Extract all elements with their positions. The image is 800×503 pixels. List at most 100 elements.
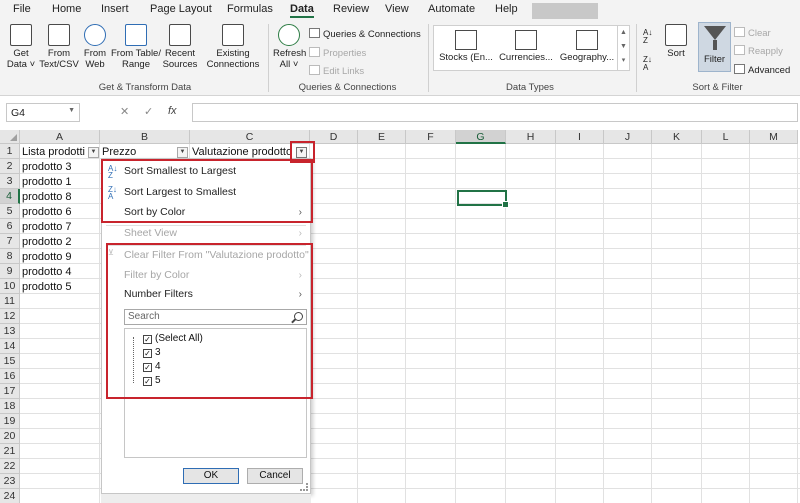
reapply-button[interactable]: Reapply [734, 45, 783, 57]
resize-grip-icon[interactable] [300, 483, 308, 491]
sort-desc-small-button[interactable]: Z↓ A [643, 56, 652, 72]
cancel-button[interactable]: Cancel [247, 468, 303, 484]
column-header-m[interactable]: M [750, 130, 798, 144]
tab-data[interactable]: Data [290, 3, 314, 18]
column-header-a[interactable]: A [20, 130, 100, 144]
sort-icon [665, 24, 687, 46]
row-header-5[interactable]: 5 [0, 204, 20, 219]
from-text-button[interactable]: From Text/CSV [38, 24, 80, 70]
column-header-j[interactable]: J [604, 130, 652, 144]
row-header-17[interactable]: 17 [0, 384, 20, 399]
formula-input[interactable] [192, 103, 798, 122]
get-data-button[interactable]: Get Data ˅ [6, 24, 36, 70]
filter-button[interactable]: Filter [698, 22, 731, 72]
selected-cell-g4[interactable] [457, 190, 509, 208]
column-header-i[interactable]: I [556, 130, 604, 144]
existing-connections-button[interactable]: Existing Connections [204, 24, 262, 70]
tab-view[interactable]: View [385, 3, 409, 15]
currencies-button[interactable]: Currencies... [498, 30, 554, 63]
row-header-23[interactable]: 23 [0, 474, 20, 489]
globe-icon [84, 24, 106, 46]
sort-button[interactable]: Sort [662, 24, 690, 59]
clear-button[interactable]: Clear [734, 27, 771, 39]
cell-a2[interactable]: prodotto 3 [20, 160, 100, 175]
refresh-icon [278, 24, 300, 46]
row-header-7[interactable]: 7 [0, 234, 20, 249]
column-header-f[interactable]: F [406, 130, 456, 144]
row-header-3[interactable]: 3 [0, 174, 20, 189]
row-header-9[interactable]: 9 [0, 264, 20, 279]
from-web-button[interactable]: From Web [82, 24, 108, 70]
database-icon [10, 24, 32, 46]
row-header-21[interactable]: 21 [0, 444, 20, 459]
cell-a6[interactable]: prodotto 7 [20, 220, 100, 235]
document-icon [48, 24, 70, 46]
geography-button[interactable]: Geography... [558, 30, 616, 63]
tab-page-layout[interactable]: Page Layout [150, 3, 212, 15]
edit-links-icon [309, 65, 320, 75]
advanced-button[interactable]: Advanced [734, 64, 790, 76]
row-header-2[interactable]: 2 [0, 159, 20, 174]
tab-file[interactable]: File [13, 3, 31, 15]
row-header-4[interactable]: 4 [0, 189, 20, 204]
row-header-10[interactable]: 10 [0, 279, 20, 294]
row-header-13[interactable]: 13 [0, 324, 20, 339]
cell-a5[interactable]: prodotto 6 [20, 205, 100, 220]
row-header-15[interactable]: 15 [0, 354, 20, 369]
row-header-19[interactable]: 19 [0, 414, 20, 429]
row-header-18[interactable]: 18 [0, 399, 20, 414]
edit-links-button[interactable]: Edit Links [309, 65, 364, 77]
cell-a9[interactable]: prodotto 4 [20, 265, 100, 280]
stocks-button[interactable]: Stocks (En... [438, 30, 494, 63]
cell-a4[interactable]: prodotto 8 [20, 190, 100, 205]
cell-a10[interactable]: prodotto 5 [20, 280, 100, 295]
column-header-d[interactable]: D [310, 130, 358, 144]
enter-icon[interactable]: ✓ [144, 105, 153, 118]
row-header-11[interactable]: 11 [0, 294, 20, 309]
select-all-corner[interactable] [0, 130, 20, 144]
row-header-8[interactable]: 8 [0, 249, 20, 264]
column-header-e[interactable]: E [358, 130, 406, 144]
cancel-icon[interactable]: ✕ [120, 105, 129, 118]
tab-insert[interactable]: Insert [101, 3, 129, 15]
column-header-l[interactable]: L [702, 130, 750, 144]
tab-automate[interactable]: Automate [428, 3, 475, 15]
gallery-scroll[interactable]: ▲ ▼ ▾ [617, 26, 629, 70]
row-header-22[interactable]: 22 [0, 459, 20, 474]
bank-icon [455, 30, 477, 50]
queries-icon [309, 28, 320, 38]
row-header-16[interactable]: 16 [0, 369, 20, 384]
from-table-button[interactable]: From Table/ Range [110, 24, 162, 70]
tab-help[interactable]: Help [495, 3, 518, 15]
chevron-right-icon: › [298, 228, 302, 239]
queries-connections-button[interactable]: Queries & Connections [309, 28, 421, 40]
cell-a8[interactable]: prodotto 9 [20, 250, 100, 265]
row-header-6[interactable]: 6 [0, 219, 20, 234]
ok-button[interactable]: OK [183, 468, 239, 484]
sort-asc-small-button[interactable]: A↓ Z [643, 29, 652, 45]
cell-a3[interactable]: prodotto 1 [20, 175, 100, 190]
row-header-24[interactable]: 24 [0, 489, 20, 503]
recent-sources-button[interactable]: Recent Sources [162, 24, 198, 70]
funnel-icon [703, 26, 726, 40]
row-header-20[interactable]: 20 [0, 429, 20, 444]
tab-formulas[interactable]: Formulas [227, 3, 273, 15]
refresh-all-button[interactable]: Refresh All ˅ [273, 24, 306, 70]
chevron-down-icon: ▼ [68, 107, 75, 114]
column-header-h[interactable]: H [506, 130, 556, 144]
properties-button[interactable]: Properties [309, 47, 366, 59]
tab-review[interactable]: Review [333, 3, 369, 15]
row-header-14[interactable]: 14 [0, 339, 20, 354]
column-header-k[interactable]: K [652, 130, 702, 144]
column-header-g[interactable]: G [456, 130, 506, 144]
filter-dropdown-button-a[interactable]: ▼ [88, 147, 99, 158]
cell-a7[interactable]: prodotto 2 [20, 235, 100, 250]
filter-dropdown-button-b[interactable]: ▼ [177, 147, 188, 158]
insert-function-icon[interactable]: fx [168, 105, 177, 117]
menu-item-sheet-view[interactable]: Sheet View › [102, 224, 310, 243]
tab-home[interactable]: Home [52, 3, 81, 15]
column-header-b[interactable]: B [100, 130, 190, 144]
name-box[interactable]: G4 ▼ [6, 103, 80, 122]
row-header-1[interactable]: 1 [0, 144, 20, 159]
row-header-12[interactable]: 12 [0, 309, 20, 324]
